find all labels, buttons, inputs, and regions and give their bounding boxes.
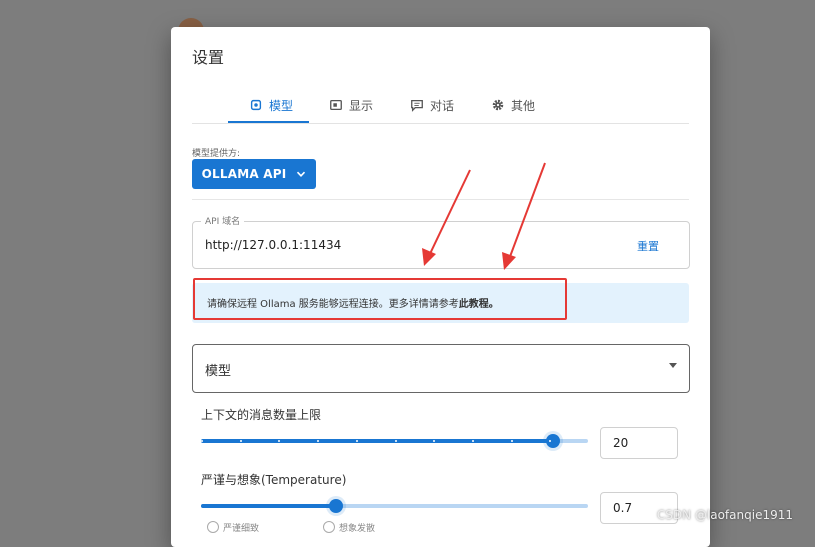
api-host-value[interactable]: http://127.0.0.1:11434: [205, 238, 341, 252]
context-limit-input[interactable]: 20: [600, 427, 678, 459]
tab-model-label: 模型: [269, 98, 294, 113]
dialog-title: 设置: [192, 48, 225, 67]
tab-display-label: 显示: [349, 98, 374, 113]
chip-precise-label: 严谨细致: [223, 523, 260, 534]
api-host-field[interactable]: API 域名 http://127.0.0.1:11434 重置: [192, 214, 690, 269]
temperature-slider-fill: [201, 504, 337, 508]
tabs-divider: [192, 123, 689, 124]
slider-tick: [588, 440, 590, 442]
provider-select-button[interactable]: OLLAMA API: [192, 159, 316, 189]
slider-tick: [510, 440, 513, 442]
settings-dialog: 设置 模型 显示 对话 其他 模型提供方: OLLAMA API API 域名 …: [171, 27, 710, 547]
dropdown-caret-icon: [669, 363, 677, 368]
tutorial-link[interactable]: 此教程。: [459, 299, 499, 310]
info-message: 请确保远程 Ollama 服务能够远程连接。更多详情请参考: [207, 299, 459, 310]
temperature-label: 严谨与想象(Temperature): [201, 473, 347, 487]
slider-tick: [394, 440, 397, 442]
context-slider-thumb[interactable]: [546, 434, 561, 448]
chip-imaginative[interactable]: 想象发散: [323, 520, 375, 534]
chip-imaginative-label: 想象发散: [339, 523, 376, 534]
settings-tabs: 模型 显示 对话 其他: [171, 87, 710, 123]
context-limit-slider[interactable]: [201, 434, 590, 448]
provider-value: OLLAMA API: [201, 167, 287, 181]
model-select[interactable]: 模型: [192, 344, 690, 393]
chip-precise[interactable]: 严谨细致: [207, 520, 259, 534]
slider-tick: [239, 440, 242, 442]
tab-other[interactable]: 其他: [491, 87, 535, 123]
context-slider-fill: [201, 439, 554, 443]
tab-chat-label: 对话: [430, 98, 455, 113]
model-icon: [250, 99, 262, 111]
tab-chat[interactable]: 对话: [410, 87, 454, 123]
api-host-legend: API 域名: [201, 214, 245, 227]
tab-other-label: 其他: [511, 98, 536, 113]
gear-icon: [492, 99, 504, 111]
slider-tick: [471, 440, 474, 442]
context-limit-label: 上下文的消息数量上限: [201, 408, 322, 422]
display-icon: [330, 99, 342, 111]
chat-icon: [411, 99, 423, 112]
radio-icon: [207, 521, 219, 533]
section-divider: [192, 199, 689, 200]
reset-button[interactable]: 重置: [637, 238, 659, 254]
model-placeholder: 模型: [205, 364, 232, 379]
slider-tick: [201, 440, 203, 442]
temperature-slider[interactable]: [201, 499, 588, 513]
tab-display[interactable]: 显示: [329, 87, 373, 123]
provider-label: 模型提供方:: [192, 149, 241, 159]
temperature-slider-thumb[interactable]: [329, 499, 344, 513]
chevron-down-icon: [297, 171, 306, 177]
slider-tick: [355, 440, 358, 442]
tab-model[interactable]: 模型: [249, 87, 293, 123]
watermark: CSDN @laofanqie1911: [656, 508, 793, 522]
info-text: 请确保远程 Ollama 服务能够远程连接。更多详情请参考此教程。: [207, 295, 499, 310]
radio-icon: [323, 521, 335, 533]
